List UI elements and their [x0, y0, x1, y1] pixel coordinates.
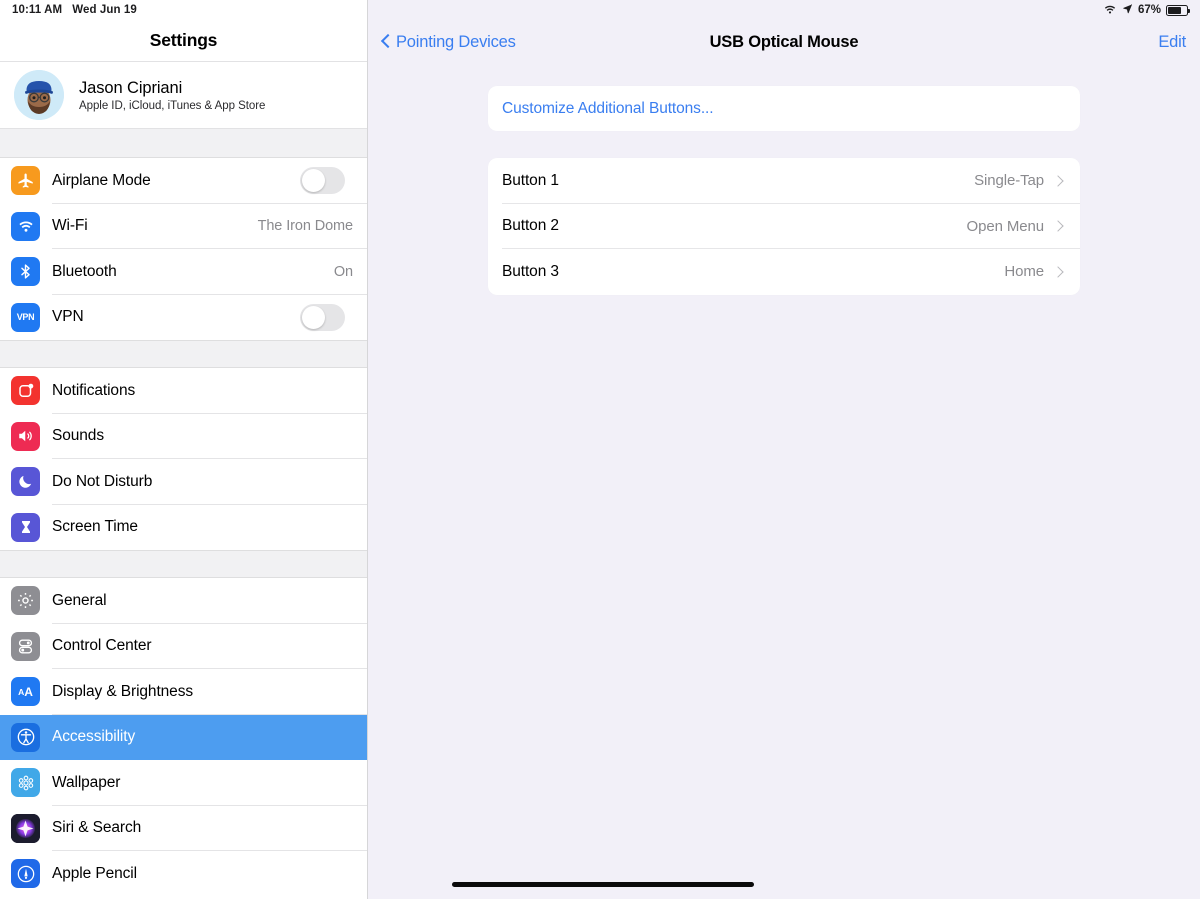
- sidebar-item-airplane-mode[interactable]: Airplane Mode: [0, 158, 367, 204]
- battery-icon: [1166, 4, 1191, 16]
- bluetooth-icon: [11, 257, 40, 287]
- sidebar-item-accessibility[interactable]: Accessibility: [0, 714, 367, 760]
- sidebar-group-notifications: Notifications Sounds Do Not Disturb Scre…: [0, 368, 367, 550]
- button-mapping-card: Button 1 Single-Tap Button 2 Open Menu B…: [488, 158, 1080, 295]
- chevron-right-icon: [1052, 219, 1066, 233]
- back-button-label: Pointing Devices: [396, 32, 516, 51]
- vpn-icon: VPN: [11, 302, 40, 332]
- detail-status-bar: 67%: [368, 0, 1200, 20]
- wallpaper-icon: [11, 768, 40, 798]
- siri-icon: [11, 813, 40, 843]
- detail-nav-bar: Pointing Devices USB Optical Mouse Edit: [368, 20, 1200, 64]
- vpn-toggle[interactable]: [300, 303, 345, 331]
- sidebar-item-label: Notifications: [52, 381, 136, 399]
- memoji-avatar: [14, 70, 64, 120]
- sidebar-group-gap-2: [0, 340, 367, 368]
- chevron-right-icon: [1052, 265, 1066, 279]
- sidebar-item-label: General: [52, 591, 107, 609]
- sidebar-item-label: Wallpaper: [52, 773, 121, 791]
- table-row[interactable]: Button 2 Open Menu: [488, 204, 1080, 249]
- sidebar-item-general[interactable]: General: [0, 578, 367, 624]
- sidebar-item-label: Siri & Search: [52, 819, 142, 837]
- profile-subtitle: Apple ID, iCloud, iTunes & App Store: [79, 99, 266, 112]
- airplane-mode-toggle[interactable]: [300, 167, 345, 195]
- sidebar-item-label: Control Center: [52, 637, 152, 655]
- sidebar-item-label: Accessibility: [52, 728, 136, 746]
- button-row-value: Open Menu: [966, 217, 1045, 235]
- moon-icon: [11, 467, 40, 497]
- sidebar-item-siri-search[interactable]: Siri & Search: [0, 805, 367, 851]
- sidebar-item-bluetooth[interactable]: Bluetooth On: [0, 249, 367, 295]
- ipad-settings-screen: 10:11 AM Wed Jun 19 Settings Jason Cipri…: [0, 0, 1200, 899]
- display-brightness-icon: AA: [11, 677, 40, 707]
- back-button[interactable]: Pointing Devices: [382, 33, 516, 52]
- chevron-left-icon: [382, 34, 391, 50]
- sidebar-item-label: Screen Time: [52, 518, 138, 536]
- home-indicator[interactable]: [452, 882, 754, 887]
- sidebar-item-apple-pencil[interactable]: Apple Pencil: [0, 851, 367, 897]
- sliders-icon: [11, 631, 40, 661]
- gear-icon: [11, 586, 40, 616]
- location-arrow-icon: [1122, 3, 1133, 17]
- customize-buttons-card: Customize Additional Buttons...: [488, 86, 1080, 131]
- sidebar-item-label: Display & Brightness: [52, 682, 194, 700]
- sidebar-group-connectivity: Airplane Mode Wi-Fi The Iron Dome Blueto…: [0, 158, 367, 340]
- sidebar-item-label: Airplane Mode: [52, 171, 151, 189]
- sidebar-item-label: Wi-Fi: [52, 217, 88, 235]
- apple-id-profile-row[interactable]: Jason Cipriani Apple ID, iCloud, iTunes …: [0, 62, 367, 129]
- sidebar-item-vpn[interactable]: VPN VPN: [0, 294, 367, 340]
- battery-fill: [1168, 6, 1182, 14]
- sidebar-item-sounds[interactable]: Sounds: [0, 413, 367, 459]
- sidebar-group-gap-3: [0, 550, 367, 578]
- sidebar-item-notifications[interactable]: Notifications: [0, 368, 367, 414]
- sidebar-item-screen-time[interactable]: Screen Time: [0, 504, 367, 550]
- detail-pane: 67% Pointing Devices USB Optical Mouse E…: [368, 0, 1200, 899]
- bluetooth-state-value: On: [333, 263, 353, 280]
- sidebar-item-label: Do Not Disturb: [52, 472, 153, 490]
- sidebar-title-bar: Settings: [0, 20, 367, 62]
- sidebar-item-display-brightness[interactable]: AA Display & Brightness: [0, 669, 367, 715]
- status-date: Wed Jun 19: [72, 4, 137, 16]
- wifi-icon: [11, 211, 40, 241]
- wifi-network-value: The Iron Dome: [257, 218, 354, 235]
- sidebar-item-label: Sounds: [52, 427, 104, 445]
- button-row-label: Button 2: [502, 217, 559, 235]
- settings-sidebar: 10:11 AM Wed Jun 19 Settings Jason Cipri…: [0, 0, 368, 899]
- profile-text: Jason Cipriani Apple ID, iCloud, iTunes …: [79, 79, 265, 112]
- sidebar-item-control-center[interactable]: Control Center: [0, 623, 367, 669]
- notifications-icon: [11, 376, 40, 406]
- airplane-icon: [11, 166, 40, 196]
- sidebar-status-bar: 10:11 AM Wed Jun 19: [0, 0, 367, 20]
- page-title: Settings: [149, 30, 218, 50]
- sidebar-item-label: VPN: [52, 308, 84, 326]
- sidebar-item-do-not-disturb[interactable]: Do Not Disturb: [0, 459, 367, 505]
- sidebar-item-wallpaper[interactable]: Wallpaper: [0, 760, 367, 806]
- sidebar-group-gap-1: [0, 129, 367, 158]
- button-row-value: Single-Tap: [974, 172, 1044, 190]
- customize-additional-buttons-link[interactable]: Customize Additional Buttons...: [488, 86, 1080, 131]
- profile-name: Jason Cipriani: [79, 78, 183, 97]
- button-row-label: Button 3: [502, 262, 559, 280]
- button-row-value: Home: [1004, 263, 1044, 281]
- edit-button[interactable]: Edit: [1158, 33, 1186, 52]
- chevron-right-icon: [1052, 174, 1066, 188]
- button-row-label: Button 1: [502, 171, 559, 189]
- sidebar-item-label: Bluetooth: [52, 262, 117, 280]
- sidebar-item-label: Apple Pencil: [52, 864, 137, 882]
- hourglass-icon: [11, 512, 40, 542]
- sidebar-group-system: General Control Center AA Display & Brig…: [0, 578, 367, 897]
- accessibility-icon: [11, 722, 40, 752]
- status-time: 10:11 AM: [12, 4, 63, 16]
- sounds-icon: [11, 421, 40, 451]
- wifi-icon: [1103, 3, 1117, 17]
- table-row[interactable]: Button 3 Home: [488, 249, 1080, 295]
- sidebar-item-wifi[interactable]: Wi-Fi The Iron Dome: [0, 203, 367, 249]
- apple-pencil-icon: [11, 859, 40, 889]
- table-row[interactable]: Button 1 Single-Tap: [488, 158, 1080, 204]
- battery-percent: 67%: [1137, 4, 1161, 16]
